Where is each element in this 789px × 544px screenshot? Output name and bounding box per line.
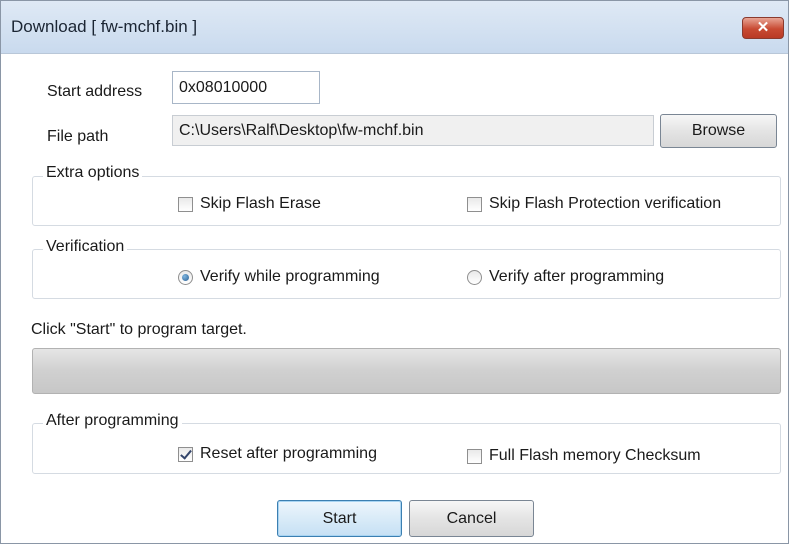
full-checksum-option[interactable]: Full Flash memory Checksum [467,445,701,467]
close-button[interactable]: ✕ [742,17,784,39]
skip-flash-erase-label: Skip Flash Erase [200,195,321,212]
status-message: Click "Start" to program target. [31,321,247,338]
browse-button[interactable]: Browse [660,114,777,148]
full-checksum-checkbox[interactable] [467,448,482,464]
progress-bar [32,348,781,394]
skip-protection-verification-checkbox[interactable] [467,196,482,212]
verify-after-radio[interactable] [467,269,482,285]
title-bar[interactable]: Download [ fw-mchf.bin ] ✕ [1,1,788,54]
skip-flash-erase-option[interactable]: Skip Flash Erase [178,193,321,215]
after-programming-title: After programming [43,412,182,430]
verify-while-option[interactable]: Verify while programming [178,266,380,288]
skip-protection-verification-label: Skip Flash Protection verification [489,195,722,212]
close-icon: ✕ [756,19,770,36]
verify-after-label: Verify after programming [489,268,665,285]
window-title: Download [ fw-mchf.bin ] [11,17,198,36]
verification-group [32,249,781,299]
dialog-body: Start address File path Browse Extra opt… [1,54,788,543]
start-button[interactable]: Start [277,500,402,537]
extra-options-title: Extra options [43,164,143,182]
file-path-label: File path [47,128,109,145]
start-address-label: Start address [47,83,143,100]
file-path-field[interactable] [172,115,654,146]
reset-after-checkbox[interactable] [178,446,193,462]
verify-while-radio[interactable] [178,269,193,285]
skip-protection-verification-option[interactable]: Skip Flash Protection verification [467,193,721,215]
verify-after-option[interactable]: Verify after programming [467,266,664,288]
skip-flash-erase-checkbox[interactable] [178,196,193,212]
verify-while-label: Verify while programming [200,268,380,285]
verification-title: Verification [43,238,128,256]
download-dialog: Download [ fw-mchf.bin ] ✕ Start address… [0,0,789,544]
cancel-button[interactable]: Cancel [409,500,534,537]
start-address-input[interactable] [172,71,320,104]
full-checksum-label: Full Flash memory Checksum [489,447,701,464]
reset-after-label: Reset after programming [200,445,377,462]
reset-after-option[interactable]: Reset after programming [178,443,377,465]
